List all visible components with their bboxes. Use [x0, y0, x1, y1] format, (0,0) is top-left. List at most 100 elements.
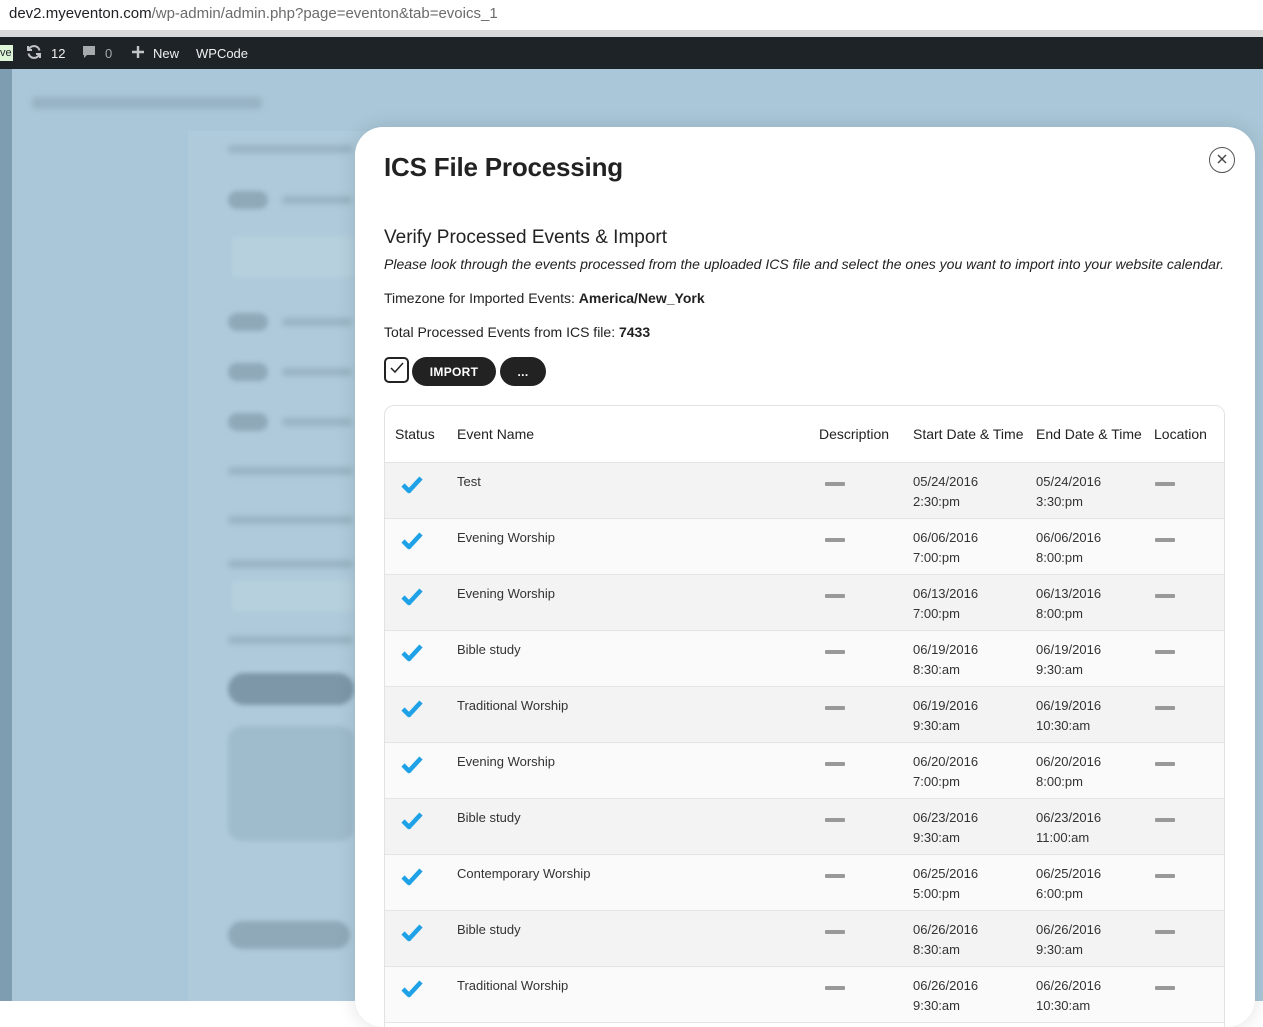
- table-row[interactable]: Evening Worship 06/20/2016 7:00:pm 06/20/20…: [385, 742, 1224, 799]
- header-event-name: Event Name: [447, 406, 813, 463]
- checkmark-icon[interactable]: [401, 531, 423, 553]
- checkmark-icon[interactable]: [401, 587, 423, 609]
- table-row[interactable]: Evening Worship 06/13/2016 7:00:pm 06/13/20…: [385, 574, 1224, 631]
- end-cell: 06/26/2016 9:30:am: [1030, 910, 1148, 967]
- empty-dash-icon: [1155, 873, 1175, 878]
- status-cell[interactable]: [385, 574, 447, 631]
- location-cell: [1148, 574, 1224, 631]
- status-cell[interactable]: [385, 518, 447, 575]
- live-badge[interactable]: ve: [0, 45, 13, 61]
- end-cell: 06/06/2016 8:00:pm: [1030, 518, 1148, 575]
- table-row[interactable]: Evening Worship 06/06/2016 7:00:pm 06/06/20…: [385, 518, 1224, 575]
- location-cell: [1148, 630, 1224, 687]
- close-button[interactable]: [1209, 147, 1235, 173]
- start-time: 2:30:pm: [913, 493, 960, 509]
- start-cell: 06/26/2016 8:30:am: [907, 910, 1030, 967]
- status-cell[interactable]: [385, 686, 447, 743]
- section-heading: Verify Processed Events & Import: [384, 227, 668, 248]
- start-time: 9:30:am: [913, 997, 960, 1013]
- empty-dash-icon: [825, 929, 845, 934]
- end-time: 9:30:am: [1036, 941, 1083, 957]
- start-time: 9:30:am: [913, 717, 960, 733]
- checkmark-icon[interactable]: [401, 979, 423, 1001]
- status-cell[interactable]: [385, 854, 447, 911]
- import-button[interactable]: IMPORT: [412, 357, 496, 386]
- blurred-notice-box: [228, 726, 354, 841]
- ics-processing-modal: ICS File Processing Verify Processed Eve…: [355, 127, 1255, 1027]
- empty-dash-icon: [825, 593, 845, 598]
- status-cell[interactable]: [385, 798, 447, 855]
- start-date: 06/19/2016: [913, 641, 979, 657]
- table-row[interactable]: Bible study 06/26/2016 8:30:am 06/26/2016 9:…: [385, 910, 1224, 967]
- table-row[interactable]: Bible study 06/23/2016 9:30:am 06/23/2016 11…: [385, 798, 1224, 855]
- checkmark-icon[interactable]: [401, 755, 423, 777]
- events-table: Status Event Name Description Start Date…: [384, 405, 1225, 1027]
- table-row[interactable]: Traditional Worship 06/19/2016 9:30:am 06/1…: [385, 686, 1224, 743]
- empty-dash-icon: [1155, 481, 1175, 486]
- event-name: Evening Worship: [447, 518, 813, 575]
- timezone-value: America/New_York: [578, 290, 705, 306]
- description-cell: [813, 798, 907, 855]
- updates-menu[interactable]: 12: [26, 37, 65, 69]
- browser-url-bar[interactable]: dev2.myeventon.com/wp-admin/admin.php?pa…: [0, 0, 1263, 30]
- table-row[interactable]: Traditional Worship 06/26/2016 9:30:am 06/2…: [385, 966, 1224, 1023]
- browser-divider: [0, 30, 1263, 37]
- end-cell: 06/19/2016 10:30:am: [1030, 686, 1148, 743]
- status-cell[interactable]: [385, 966, 447, 1023]
- blurred-text: [282, 418, 352, 426]
- table-row[interactable]: Test 05/24/2016 2:30:pm 05/24/2016 3:30:pm: [385, 462, 1224, 519]
- description-cell: [813, 742, 907, 799]
- checkmark-icon[interactable]: [401, 643, 423, 665]
- url-path: /wp-admin/admin.php?page=eventon&tab=evo…: [151, 5, 498, 22]
- header-end: End Date & Time: [1030, 406, 1148, 463]
- location-cell: [1148, 910, 1224, 967]
- status-cell[interactable]: [385, 742, 447, 799]
- empty-dash-icon: [1155, 929, 1175, 934]
- location-cell: [1148, 686, 1224, 743]
- end-time: 8:00:pm: [1036, 773, 1083, 789]
- empty-dash-icon: [825, 649, 845, 654]
- start-time: 7:00:pm: [913, 549, 960, 565]
- comments-menu[interactable]: 0: [82, 37, 112, 69]
- description-cell: [813, 966, 907, 1023]
- start-time: 8:30:am: [913, 661, 960, 677]
- start-date: 06/25/2016: [913, 865, 979, 881]
- end-time: 8:00:pm: [1036, 605, 1083, 621]
- blurred-toggle: [228, 363, 268, 381]
- table-row[interactable]: Bible study 06/19/2016 8:30:am 06/19/2016 9:…: [385, 630, 1224, 687]
- new-content-menu[interactable]: New: [131, 37, 179, 69]
- blurred-text: [228, 467, 353, 475]
- start-cell: 06/25/2016 5:00:pm: [907, 854, 1030, 911]
- total-events-info: Total Processed Events from ICS file: 74…: [384, 324, 650, 340]
- blurred-text: [282, 196, 352, 204]
- empty-dash-icon: [825, 705, 845, 710]
- end-time: 10:30:am: [1036, 717, 1091, 733]
- start-time: 7:00:pm: [913, 773, 960, 789]
- status-cell[interactable]: [385, 630, 447, 687]
- end-date: 06/26/2016: [1036, 977, 1102, 993]
- blurred-text: [282, 318, 352, 326]
- description-cell: [813, 854, 907, 911]
- checkmark-icon[interactable]: [401, 923, 423, 945]
- start-cell: 06/06/2016 7:00:pm: [907, 518, 1030, 575]
- table-row[interactable]: Contemporary Worship 06/25/2016 5:00:pm 06/…: [385, 854, 1224, 911]
- empty-dash-icon: [825, 481, 845, 486]
- location-cell: [1148, 518, 1224, 575]
- checkmark-icon[interactable]: [401, 699, 423, 721]
- more-options-button[interactable]: ...: [500, 357, 546, 386]
- status-cell[interactable]: [385, 462, 447, 519]
- status-cell[interactable]: [385, 910, 447, 967]
- location-cell: [1148, 462, 1224, 519]
- checkmark-icon[interactable]: [401, 475, 423, 497]
- wpcode-menu[interactable]: WPCode: [196, 37, 248, 69]
- start-cell: 06/26/2016 9:30:am: [907, 966, 1030, 1023]
- select-all-checkbox[interactable]: [384, 357, 409, 383]
- end-cell: 06/19/2016 9:30:am: [1030, 630, 1148, 687]
- blurred-button: [228, 673, 354, 705]
- timezone-label: Timezone for Imported Events:: [384, 290, 579, 306]
- end-time: 10:30:am: [1036, 997, 1091, 1013]
- checkmark-icon[interactable]: [401, 867, 423, 889]
- checkmark-icon[interactable]: [401, 811, 423, 833]
- end-date: 06/06/2016: [1036, 529, 1102, 545]
- blurred-select: [232, 237, 354, 277]
